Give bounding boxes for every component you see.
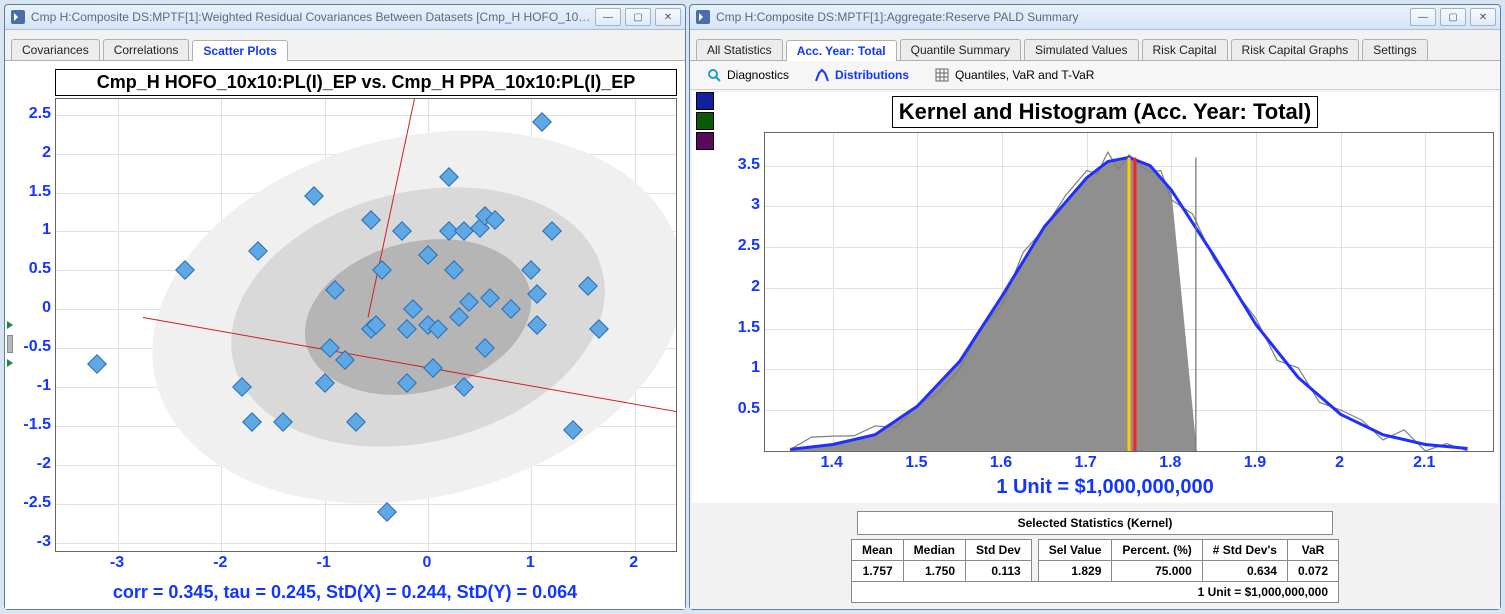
toolbtn-distributions[interactable]: Distributions [806,65,918,85]
close-button[interactable]: ✕ [1470,8,1496,26]
tab-settings[interactable]: Settings [1362,39,1427,60]
col-median: Median [903,540,965,561]
tab-acc-year-total[interactable]: Acc. Year: Total [786,40,897,61]
tabstrip-left: Covariances Correlations Scatter Plots [5,30,685,61]
scatter-plot[interactable] [55,98,677,552]
scatter-x-axis: -3-2-1012 [55,552,677,580]
swatch-blue[interactable] [696,92,714,110]
close-button[interactable]: ✕ [655,8,681,26]
val-var: 0.072 [1287,561,1338,582]
col-selvalue: Sel Value [1038,540,1112,561]
maximize-button[interactable]: ▢ [625,8,651,26]
toolbtn-label: Quantiles, VaR and T-VaR [955,68,1094,82]
val-selvalue: 1.829 [1038,561,1112,582]
col-mean: Mean [851,540,903,561]
toolbtn-label: Diagnostics [727,68,789,82]
window-title: Cmp H:Composite DS:MPTF[1]:Weighted Resi… [31,10,591,24]
density-title: Kernel and Histogram (Acc. Year: Total) [892,96,1318,128]
scatter-footer: corr = 0.345, tau = 0.245, StD(X) = 0.24… [13,580,677,605]
density-x-axis: 1.41.51.61.71.81.922.1 [764,452,1494,476]
app-icon [11,10,25,24]
tab-covariances[interactable]: Covariances [11,39,100,60]
val-mean: 1.757 [851,561,903,582]
window-title: Cmp H:Composite DS:MPTF[1]:Aggregate:Res… [716,10,1406,24]
legend-swatches [696,92,714,150]
scatter-point [87,354,107,374]
col-stddev: Std Dev [966,540,1032,561]
density-y-axis: 0.511.522.533.5 [716,132,764,452]
swatch-purple[interactable] [696,132,714,150]
swatch-green[interactable] [696,112,714,130]
tab-scatter-plots[interactable]: Scatter Plots [192,40,287,61]
toolbtn-quantiles[interactable]: Quantiles, VaR and T-VaR [926,65,1103,85]
stats-title: Selected Statistics (Kernel) [857,511,1334,535]
scatter-title: Cmp_H HOFO_10x10:PL(I)_EP vs. Cmp_H PPA_… [55,69,677,96]
titlebar-left[interactable]: Cmp H:Composite DS:MPTF[1]:Weighted Resi… [5,5,685,30]
minimize-button[interactable]: — [595,8,621,26]
distribution-icon [815,68,829,82]
col-percent: Percent. (%) [1112,540,1202,561]
toolbar-right: Diagnostics Distributions Quantiles, VaR… [690,61,1500,90]
table-icon [935,68,949,82]
tab-quantile-summary[interactable]: Quantile Summary [900,39,1021,60]
stats-unit-row: 1 Unit = $1,000,000,000 [851,582,1338,603]
col-var: VaR [1287,540,1338,561]
tab-correlations[interactable]: Correlations [103,39,190,60]
col-stddevs: # Std Dev's [1202,540,1287,561]
toolbtn-diagnostics[interactable]: Diagnostics [698,65,798,85]
window-reserve-summary: Cmp H:Composite DS:MPTF[1]:Aggregate:Res… [689,4,1501,610]
val-stddevs: 0.634 [1202,561,1287,582]
val-median: 1.750 [903,561,965,582]
app-icon [696,10,710,24]
val-percent: 75.000 [1112,561,1202,582]
titlebar-right[interactable]: Cmp H:Composite DS:MPTF[1]:Aggregate:Res… [690,5,1500,30]
tabstrip-right: All Statistics Acc. Year: Total Quantile… [690,30,1500,61]
density-unit-label: 1 Unit = $1,000,000,000 [716,476,1494,501]
tab-risk-capital-graphs[interactable]: Risk Capital Graphs [1231,39,1360,60]
stats-table: Mean Median Std Dev Sel Value Percent. (… [851,539,1339,603]
tab-all-statistics[interactable]: All Statistics [696,39,783,60]
density-plot[interactable] [764,132,1494,452]
window-covariances: Cmp H:Composite DS:MPTF[1]:Weighted Resi… [4,4,686,610]
maximize-button[interactable]: ▢ [1440,8,1466,26]
tab-risk-capital[interactable]: Risk Capital [1142,39,1228,60]
magnifier-icon [707,68,721,82]
tab-simulated-values[interactable]: Simulated Values [1024,39,1139,60]
val-stddev: 0.113 [966,561,1032,582]
toolbtn-label: Distributions [835,68,909,82]
minimize-button[interactable]: — [1410,8,1436,26]
scatter-y-axis: 2.521.510.50-0.5-1-1.5-2-2.5-3 [13,98,55,552]
stats-block: Selected Statistics (Kernel) Mean Median… [690,507,1500,609]
